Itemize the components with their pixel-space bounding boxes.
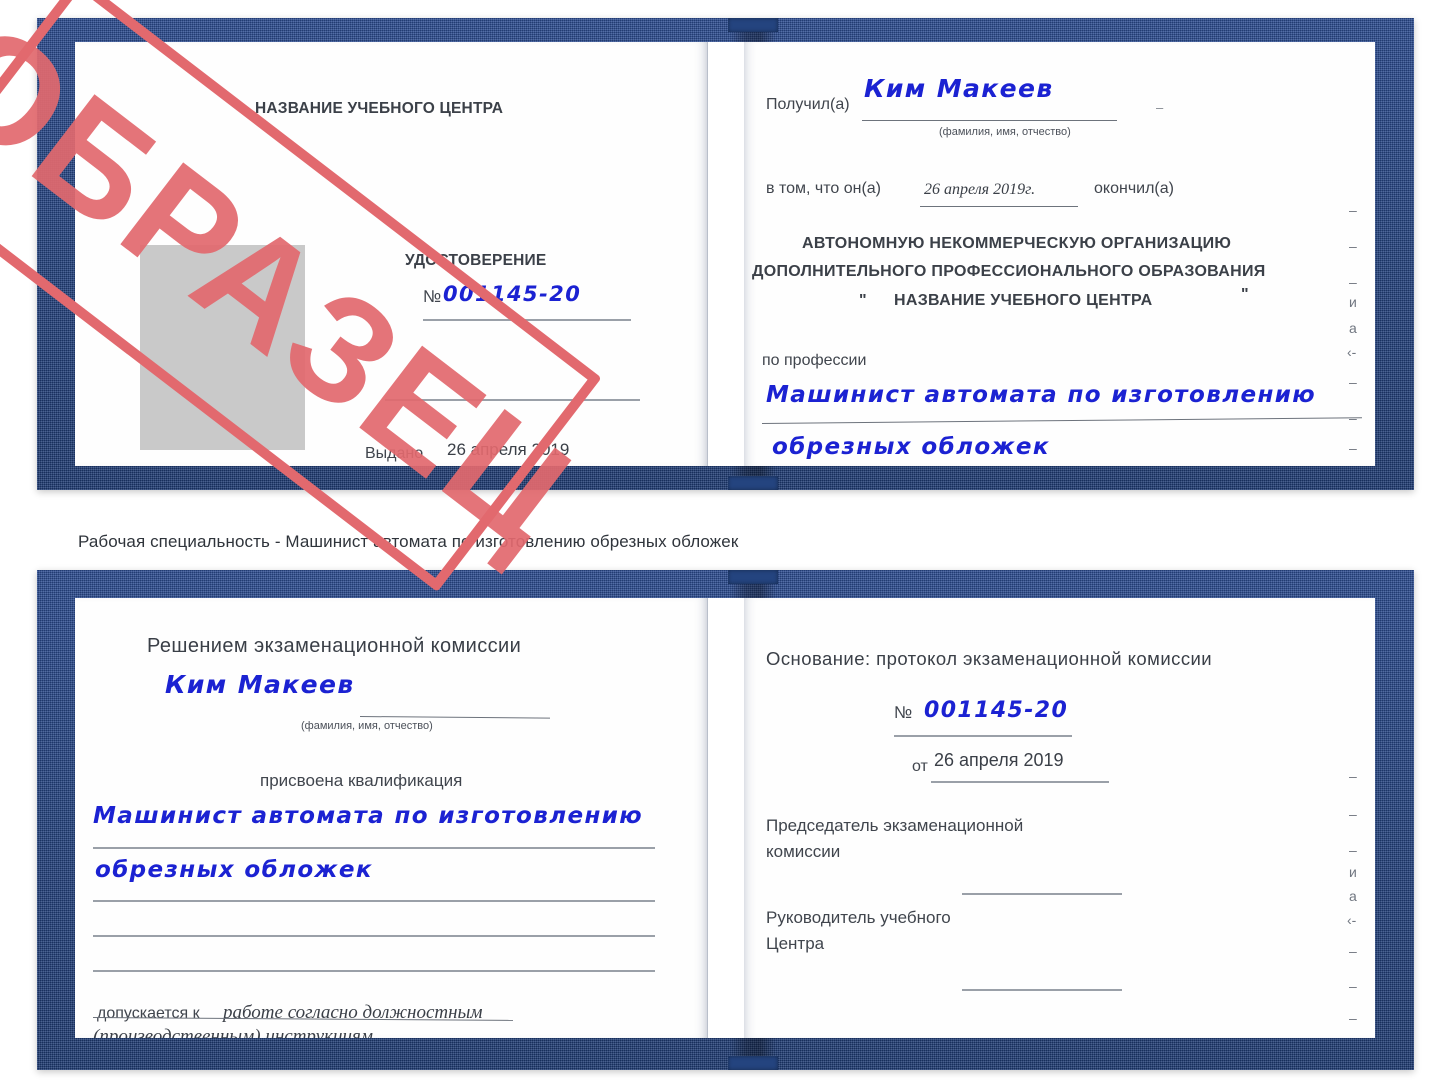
bleed2-mark-3: – (1349, 842, 1357, 858)
page-gutter-2 (708, 598, 744, 1038)
quote-open: " (859, 292, 867, 309)
diploma-name: Ким Макеев (165, 670, 355, 699)
chairman-signature-rule (962, 893, 1122, 895)
bleed-mark-8: – (1349, 410, 1357, 426)
document-type-label: УДОСТОВЕРЕНИЕ (405, 252, 547, 269)
photo-placeholder (140, 245, 305, 450)
recipient-name: Ким Макеев (864, 74, 1054, 103)
bleed-mark-3: – (1349, 274, 1357, 290)
page-gutter (708, 42, 744, 466)
head-line-2: Центра (766, 934, 825, 953)
protocol-number-value: 001145-20 (924, 698, 1069, 723)
finished-label: окончил(а) (1094, 180, 1174, 197)
fio-hint: (фамилия, имя, отчество) (939, 126, 1071, 138)
bleed2-mark-9: – (1349, 1010, 1357, 1026)
spine-notch-bottom (728, 476, 778, 490)
decision-title: Решением экзаменационной комиссии (147, 635, 522, 657)
org-line-3: НАЗВАНИЕ УЧЕБНОГО ЦЕНТРА (894, 292, 1153, 309)
diploma-right-page: Основание: протокол экзаменационной коми… (744, 598, 1375, 1038)
bleed2-mark-6: ‹- (1347, 912, 1357, 928)
head-signature-rule (962, 989, 1122, 991)
bleed-mark-7: – (1349, 374, 1357, 390)
profession-rule-1 (761, 417, 1362, 425)
profession-line-2: обрезных обложек (772, 434, 1050, 460)
bleed-mark-5: а (1349, 320, 1357, 336)
bleed2-mark-4: и (1349, 864, 1357, 880)
bleed2-mark-1: – (1349, 768, 1357, 784)
in-that-label: в том, что он(а) (766, 180, 881, 197)
certificate-book-bottom: Решением экзаменационной комиссии Ким Ма… (37, 570, 1414, 1070)
recipient-name-rule (862, 120, 1117, 122)
certificate-scan-page: НАЗВАНИЕ УЧЕБНОГО ЦЕНТРА УДОСТОВЕРЕНИЕ №… (0, 0, 1448, 1085)
chairman-line-1: Председатель экзаменационной (766, 816, 1024, 835)
head-line-1: Руководитель учебного (766, 908, 951, 927)
bleed2-mark-7: – (1349, 943, 1357, 959)
from-label: от (912, 758, 928, 775)
issued-label: Выдано (365, 445, 424, 462)
issued-date: 26 апреля 2019 (447, 440, 570, 459)
received-label: Получил(а) (766, 96, 850, 113)
spine-notch-top-2 (728, 570, 778, 584)
qualification-rule-2 (93, 900, 655, 902)
allowed-line-2: (производственным) инструкциям (93, 1026, 373, 1038)
completion-date: 26 апреля 2019г. (924, 181, 1036, 198)
allowed-label: допускается к (97, 1005, 200, 1022)
bleed2-mark-2: – (1349, 806, 1357, 822)
protocol-number-rule (894, 735, 1072, 737)
quote-close: " (1241, 286, 1249, 303)
number-rule (423, 319, 631, 321)
bleed-mark-9: – (1349, 440, 1357, 456)
bleed-mark-4: и (1349, 294, 1357, 310)
diploma-name-rule (359, 716, 550, 720)
blank-rule-2 (93, 935, 655, 937)
qualification-rule-1 (93, 847, 655, 849)
certificate-left-page: НАЗВАНИЕ УЧЕБНОГО ЦЕНТРА УДОСТОВЕРЕНИЕ №… (75, 42, 708, 466)
certificate-right-page: Получил(а) Ким Макеев (фамилия, имя, отч… (744, 42, 1375, 466)
certificate-inner-pages: НАЗВАНИЕ УЧЕБНОГО ЦЕНТРА УДОСТОВЕРЕНИЕ №… (75, 42, 1375, 466)
page-caption: Рабочая специальность - Машинист автомат… (78, 532, 739, 551)
qualification-label: присвоена квалификация (260, 771, 463, 790)
bleed2-mark-8: – (1349, 978, 1357, 994)
chairman-line-2: комиссии (766, 842, 841, 861)
bleed-mark-1: – (1349, 202, 1357, 218)
completion-date-rule (920, 206, 1078, 208)
protocol-number-symbol: № (894, 703, 913, 722)
spine-notch-bottom-2 (728, 1056, 778, 1070)
basis-label: Основание: протокол экзаменационной коми… (766, 648, 1213, 669)
protocol-date: 26 апреля 2019 (934, 750, 1064, 770)
diploma-fio-hint: (фамилия, имя, отчество) (301, 720, 433, 732)
protocol-date-rule (931, 781, 1109, 783)
org-line-1: АВТОНОМНУЮ НЕКОММЕРЧЕСКУЮ ОРГАНИЗАЦИЮ (802, 235, 1232, 252)
bleed-mark-a: – (1156, 100, 1164, 115)
certificate-number-value: 001145-20 (443, 282, 582, 306)
profession-line-1: Машинист автомата по изготовлению (766, 382, 1317, 408)
blank-rule-1 (385, 399, 640, 401)
training-center-title: НАЗВАНИЕ УЧЕБНОГО ЦЕНТРА (255, 100, 504, 117)
bleed2-mark-5: а (1349, 888, 1357, 904)
org-line-2: ДОПОЛНИТЕЛЬНОГО ПРОФЕССИОНАЛЬНОГО ОБРАЗО… (752, 263, 1266, 280)
diploma-left-page: Решением экзаменационной комиссии Ким Ма… (75, 598, 708, 1038)
diploma-inner-pages: Решением экзаменационной комиссии Ким Ма… (75, 598, 1375, 1038)
qualification-line-1: Машинист автомата по изготовлению (93, 803, 644, 829)
certificate-book-top: НАЗВАНИЕ УЧЕБНОГО ЦЕНТРА УДОСТОВЕРЕНИЕ №… (37, 18, 1414, 490)
bleed-mark-6: ‹- (1347, 344, 1357, 360)
profession-label: по профессии (762, 352, 867, 369)
spine-notch-top (728, 18, 778, 32)
blank-rule-3 (93, 970, 655, 972)
number-symbol: № (423, 287, 442, 306)
bleed-mark-2: – (1349, 238, 1357, 254)
qualification-line-2: обрезных обложек (95, 857, 373, 883)
